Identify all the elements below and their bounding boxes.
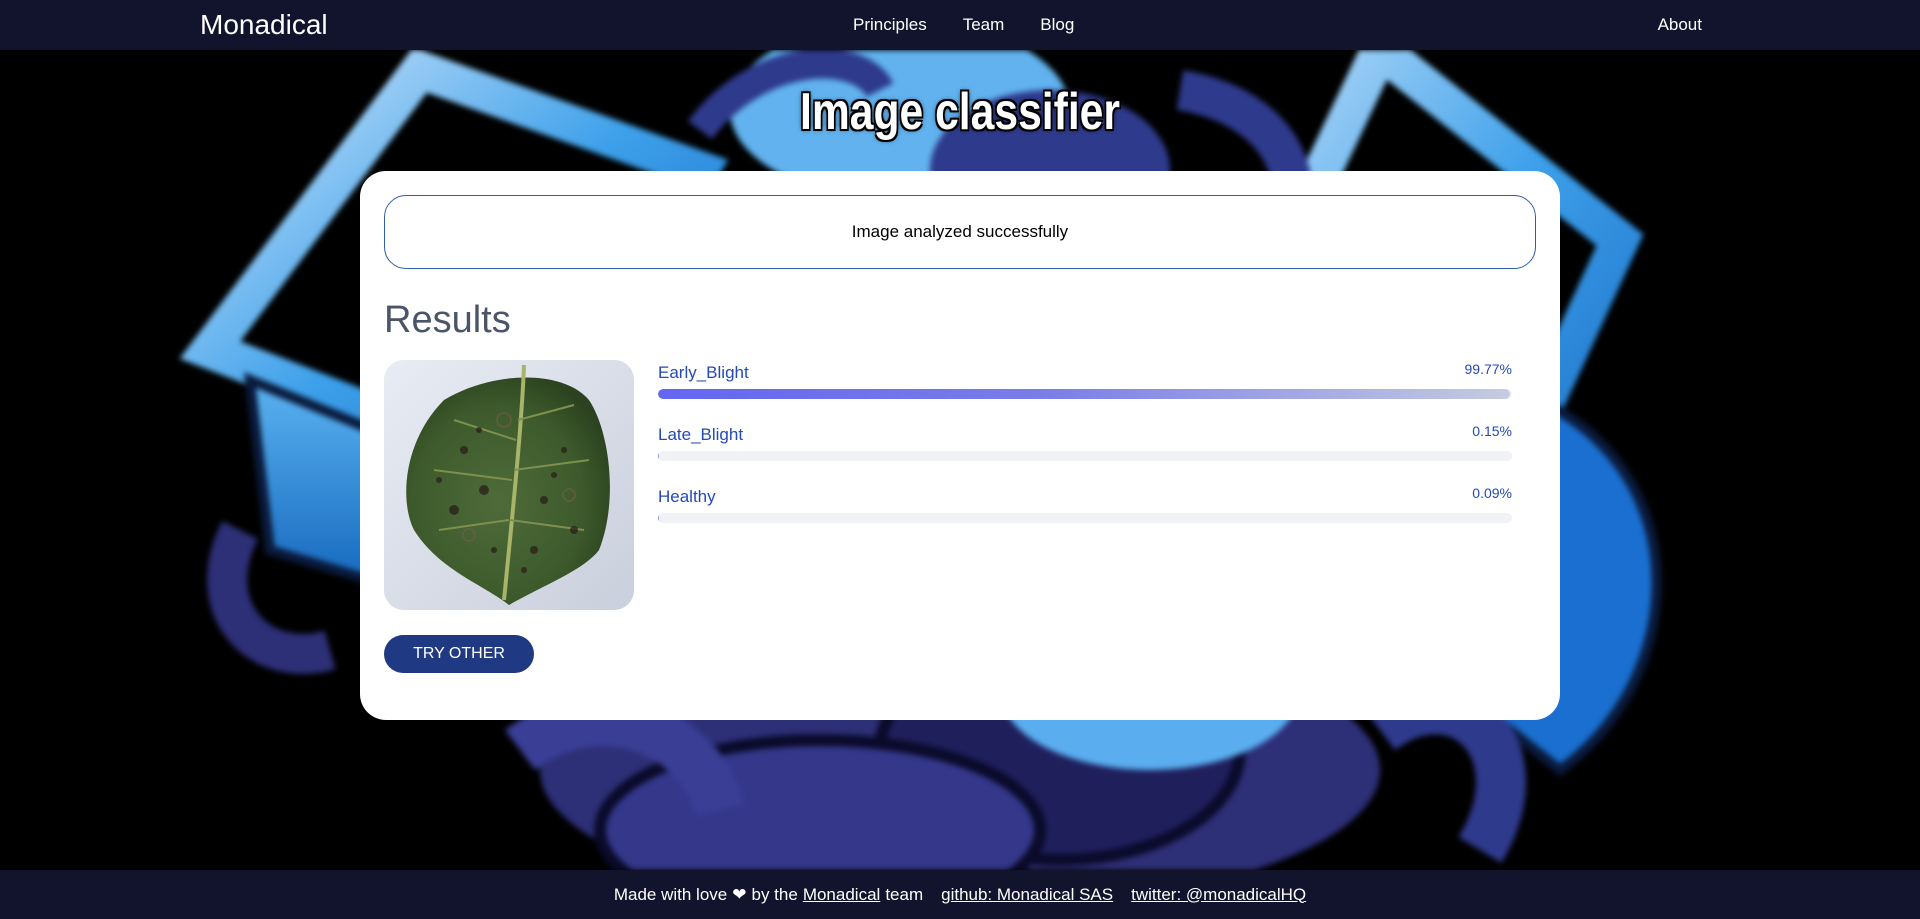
footer-github-link[interactable]: github: Monadical SAS: [941, 885, 1113, 905]
prediction-item: Early_Blight 99.77%: [658, 361, 1512, 423]
prediction-value: 0.09%: [1472, 485, 1512, 501]
nav-link-blog[interactable]: Blog: [1040, 15, 1074, 35]
footer-team: team: [885, 884, 924, 904]
leaf-image-illustration: [384, 360, 634, 610]
prediction-label: Late_Blight: [658, 425, 744, 444]
nav-link-about[interactable]: About: [1658, 15, 1702, 35]
prediction-item: Healthy 0.09%: [658, 485, 1512, 547]
nav-link-team[interactable]: Team: [963, 15, 1005, 35]
top-navbar: Monadical Principles Team Blog About: [0, 0, 1920, 50]
prediction-label: Early_Blight: [658, 363, 749, 382]
prediction-bar-fill: [658, 513, 660, 523]
footer-credit: Made with love ❤ by the Monadical team: [614, 885, 923, 905]
nav-link-principles[interactable]: Principles: [853, 15, 927, 35]
footer-monadical-link[interactable]: Monadical: [803, 885, 881, 905]
status-message: Image analyzed successfully: [384, 195, 1536, 269]
prediction-value: 0.15%: [1472, 423, 1512, 439]
prediction-bar-track: [658, 513, 1512, 523]
prediction-item: Late_Blight 0.15%: [658, 423, 1512, 485]
footer-made-with: Made with love: [613, 884, 728, 904]
analyzed-image: [384, 360, 634, 610]
prediction-bar-track: [658, 451, 1512, 461]
prediction-bar-track: [658, 389, 1512, 399]
heart-icon: ❤: [732, 884, 747, 904]
nav-links: Principles Team Blog: [853, 15, 1074, 35]
prediction-bar-fill: [658, 389, 1511, 399]
prediction-value: 99.77%: [1464, 361, 1512, 377]
results-card: Image analyzed successfully Results Earl…: [360, 171, 1560, 720]
prediction-label: Healthy: [658, 487, 716, 506]
try-other-button[interactable]: TRY OTHER: [384, 635, 534, 673]
footer-twitter-link[interactable]: twitter: @monadicalHQ: [1131, 885, 1306, 905]
brand-logo-link[interactable]: Monadical: [200, 9, 328, 41]
page-title: Image classifier: [799, 83, 1120, 141]
footer-by-the: by the: [751, 884, 798, 904]
page-footer: Made with love ❤ by the Monadical team g…: [0, 870, 1920, 919]
results-heading: Results: [384, 299, 511, 341]
prediction-bar-fill: [658, 451, 660, 461]
predictions-list: Early_Blight 99.77% Late_Blight 0.15% He…: [658, 361, 1512, 547]
